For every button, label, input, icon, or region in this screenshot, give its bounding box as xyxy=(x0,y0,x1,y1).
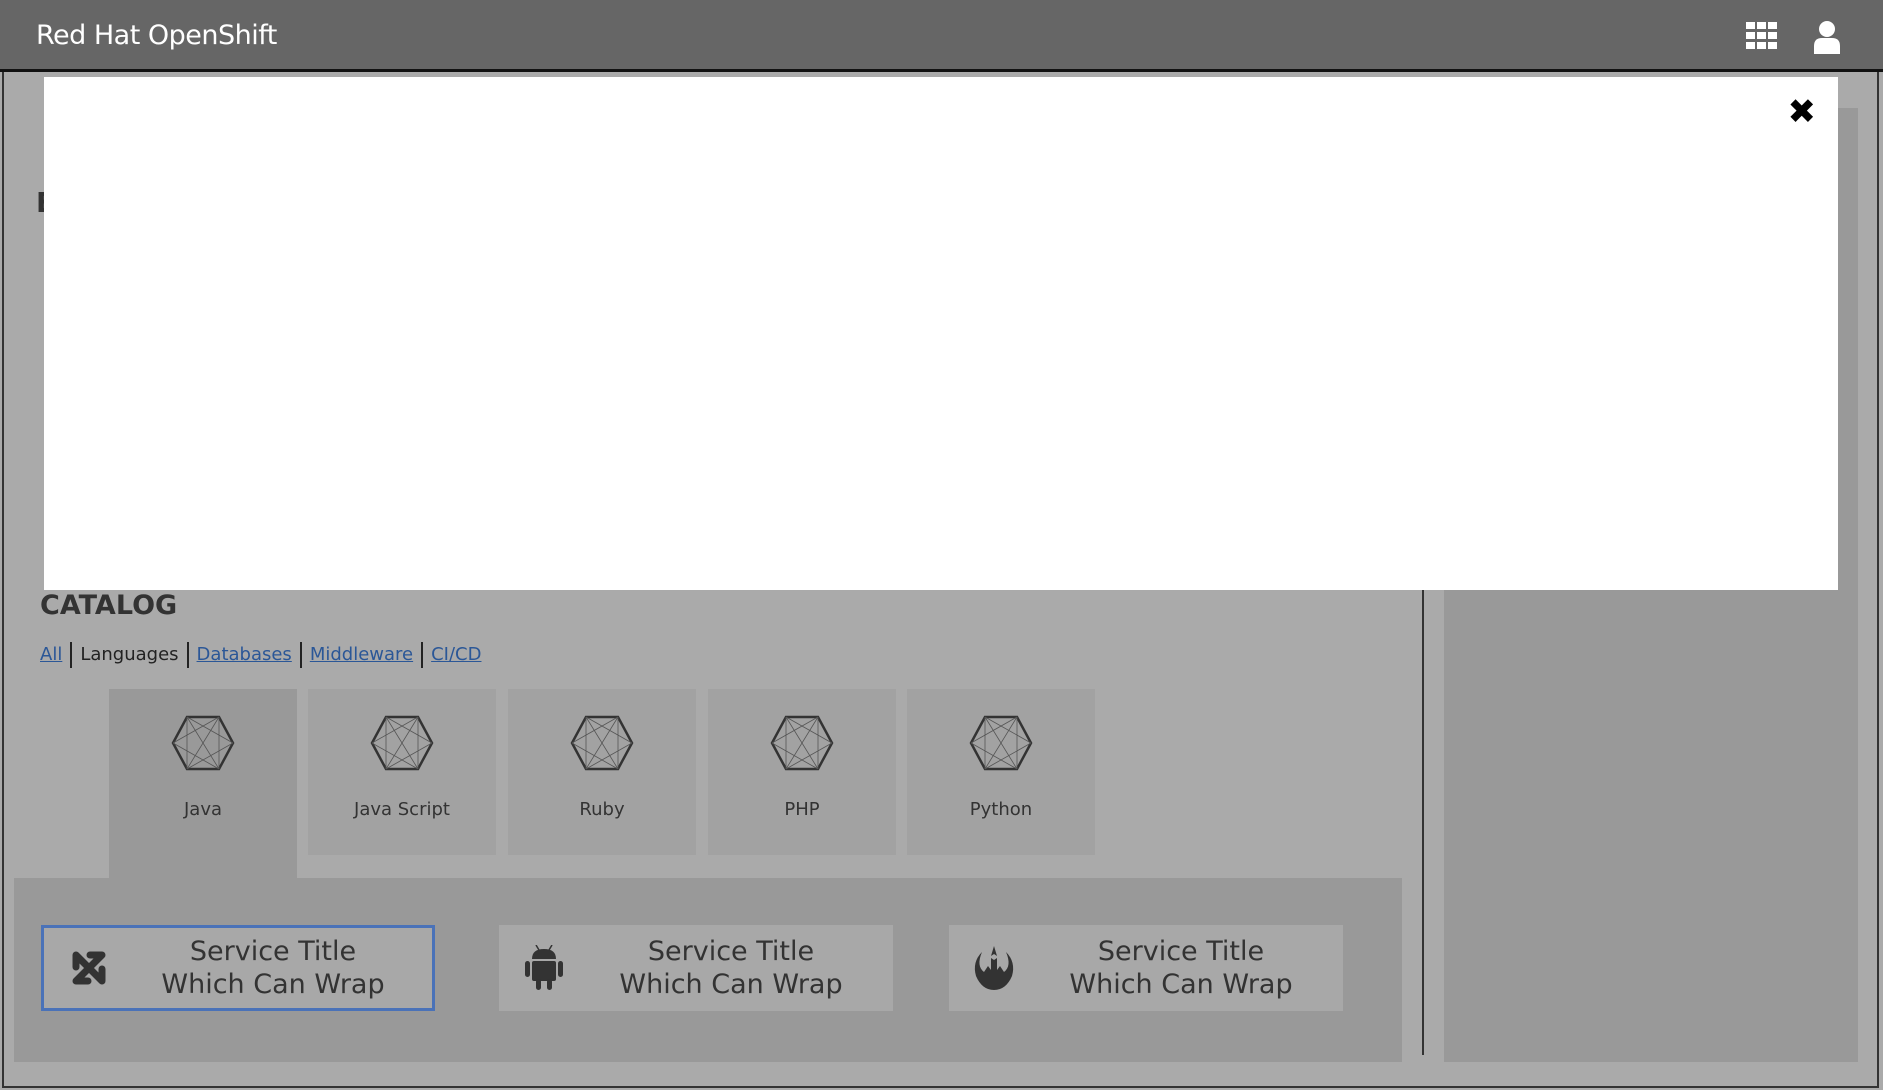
language-icon xyxy=(969,715,1033,775)
catalog-tabs: All Languages Databases Middleware CI/CD xyxy=(40,642,489,668)
service-title: Service Title xyxy=(189,936,357,967)
grid-icon[interactable] xyxy=(1746,22,1778,54)
tab-all[interactable]: All xyxy=(40,642,70,668)
catalog-tile[interactable]: Java xyxy=(109,689,297,879)
tab-ci-cd[interactable]: CI/CD xyxy=(421,642,489,668)
language-icon xyxy=(370,715,434,775)
tile-label: Python xyxy=(969,799,1033,820)
service-title: Service Title xyxy=(1097,936,1265,967)
service-card[interactable]: Service Title Which Can Wrap xyxy=(41,925,435,1011)
close-icon[interactable]: ✖ xyxy=(1788,95,1817,129)
divider xyxy=(1422,590,1424,1055)
joomla-icon xyxy=(44,947,134,989)
catalog-tile[interactable]: Ruby xyxy=(508,689,696,855)
tab-databases[interactable]: Databases xyxy=(186,642,300,668)
user-icon[interactable] xyxy=(1814,20,1840,58)
tile-label: Java xyxy=(183,799,223,820)
service-card[interactable]: Service Title Which Can Wrap xyxy=(949,925,1343,1011)
tile-label: Ruby xyxy=(579,799,625,820)
catalog-tile[interactable]: Java Script xyxy=(308,689,496,855)
language-icon xyxy=(770,715,834,775)
android-icon xyxy=(499,945,589,991)
services-panel: Service Title Which Can Wrap Service Titl… xyxy=(14,878,1402,1062)
language-icon xyxy=(171,715,235,775)
service-subtitle: Which Can Wrap xyxy=(619,969,843,1000)
top-nav: Red Hat OpenShift xyxy=(0,0,1883,72)
service-card[interactable]: Service Title Which Can Wrap xyxy=(499,925,893,1011)
catalog-tile[interactable]: Python xyxy=(907,689,1095,855)
service-subtitle: Which Can Wrap xyxy=(1069,969,1293,1000)
tile-label: PHP xyxy=(784,799,820,820)
tab-languages[interactable]: Languages xyxy=(70,642,186,668)
brand-title: Red Hat OpenShift xyxy=(36,20,277,51)
language-icon xyxy=(570,715,634,775)
modal-dialog: ✖ xyxy=(44,77,1838,590)
rebel-icon xyxy=(949,944,1039,992)
service-title: Service Title xyxy=(647,936,815,967)
service-subtitle: Which Can Wrap xyxy=(161,969,385,1000)
tab-middleware[interactable]: Middleware xyxy=(299,642,421,668)
tile-label: Java Script xyxy=(354,799,450,820)
catalog-title: CATALOG xyxy=(40,590,178,621)
catalog-tile[interactable]: PHP xyxy=(708,689,896,855)
